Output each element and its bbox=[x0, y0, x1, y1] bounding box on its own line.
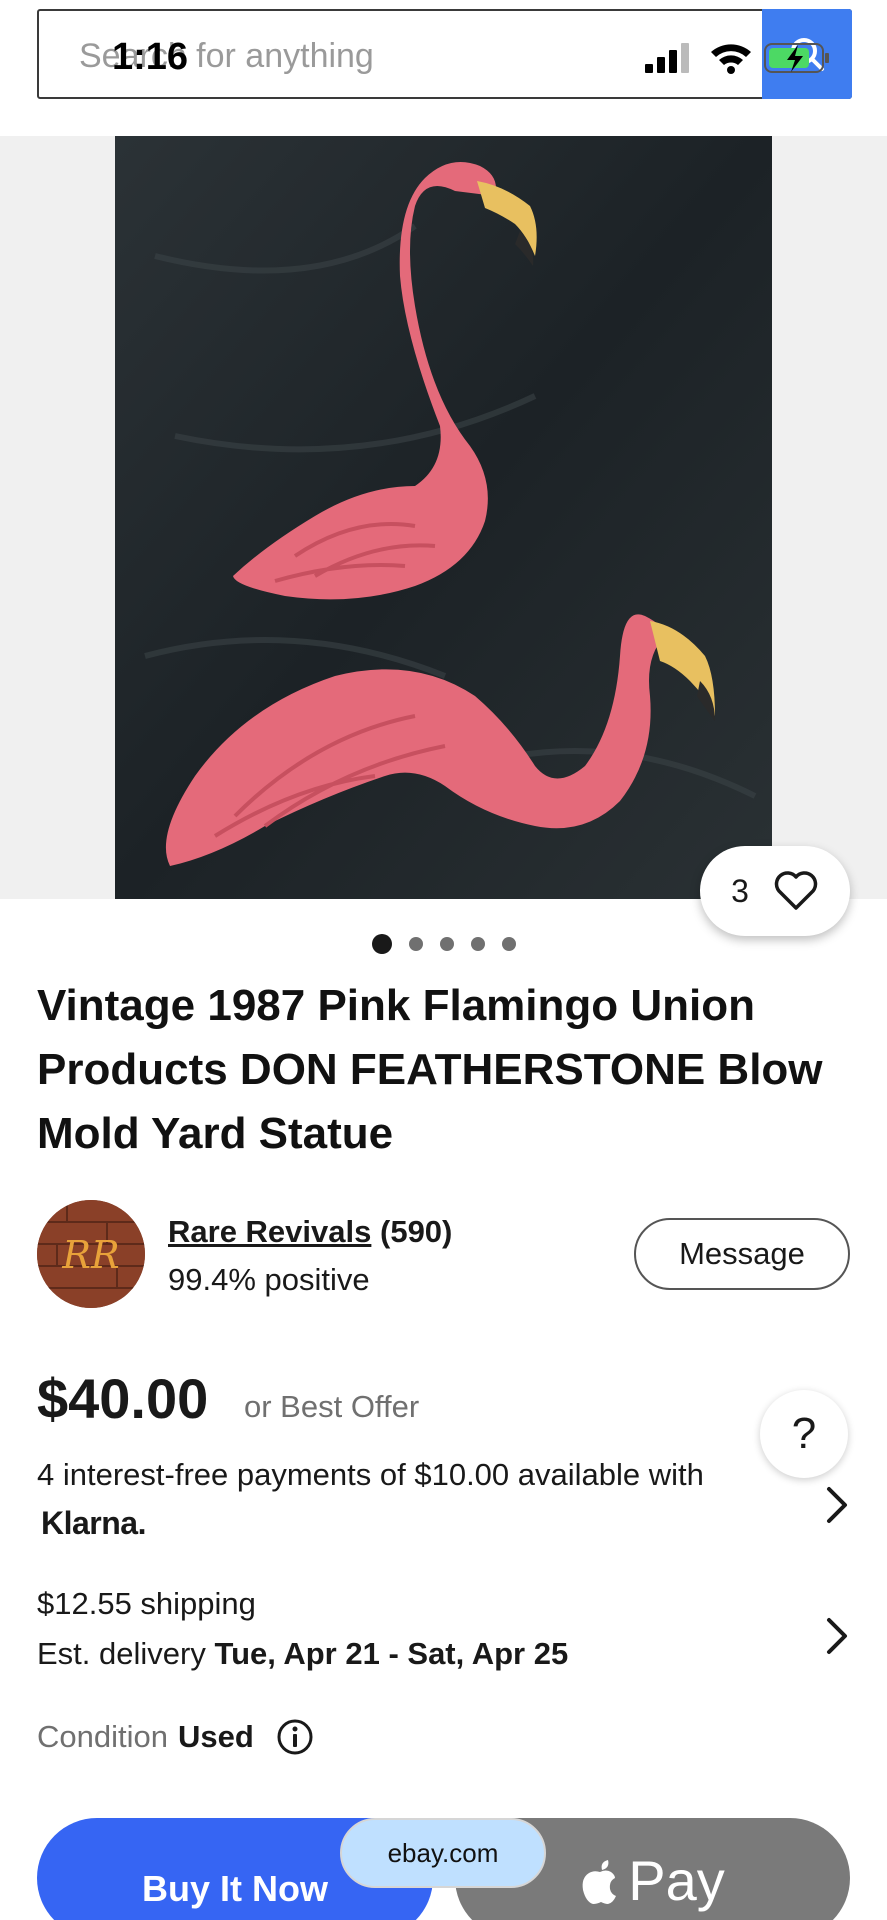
shipping-row[interactable]: $12.55 shipping Est. delivery Tue, Apr 2… bbox=[37, 1586, 857, 1686]
carousel-dot[interactable] bbox=[409, 937, 423, 951]
product-photo[interactable] bbox=[115, 136, 772, 899]
klarna-text: 4 interest-free payments of $10.00 avail… bbox=[37, 1457, 704, 1492]
carousel-dot[interactable] bbox=[372, 934, 392, 954]
carousel-dot[interactable] bbox=[502, 937, 516, 951]
klarna-financing-row[interactable]: 4 interest-free payments of $10.00 avail… bbox=[37, 1457, 857, 1557]
message-button[interactable]: Message bbox=[634, 1218, 850, 1290]
delivery-estimate: Est. delivery Tue, Apr 21 - Sat, Apr 25 bbox=[37, 1636, 568, 1672]
browser-url-pill[interactable]: ebay.com bbox=[340, 1818, 546, 1888]
chevron-right-icon bbox=[827, 1618, 847, 1654]
watch-count: 3 bbox=[731, 872, 749, 909]
svg-text:RR: RR bbox=[61, 1233, 119, 1277]
seller-avatar[interactable]: RR bbox=[37, 1200, 145, 1308]
shipping-cost: $12.55 shipping bbox=[37, 1586, 256, 1621]
seller-score: (590) bbox=[380, 1214, 453, 1249]
condition-value: Used bbox=[177, 1719, 254, 1754]
status-time: 1:16 bbox=[112, 36, 189, 78]
image-carousel-indicator bbox=[372, 934, 516, 954]
apple-logo-icon bbox=[582, 1860, 617, 1904]
watch-button[interactable]: 3 bbox=[700, 846, 850, 936]
seller-logo-icon: RR bbox=[37, 1200, 145, 1308]
seller-name-link[interactable]: Rare Revivals bbox=[168, 1214, 371, 1249]
wifi-icon bbox=[711, 44, 751, 74]
carousel-dot[interactable] bbox=[440, 937, 454, 951]
condition-row: Condition Used bbox=[37, 1718, 314, 1756]
listing-page: Search for anything 1:16 3 Vintage 1987 … bbox=[0, 0, 887, 1920]
battery-charging-icon bbox=[764, 43, 829, 73]
flamingo-illustration bbox=[115, 136, 772, 899]
delivery-range: Tue, Apr 21 - Sat, Apr 25 bbox=[214, 1636, 569, 1671]
apple-pay-label: Pay bbox=[628, 1849, 725, 1912]
listing-title: Vintage 1987 Pink Flamingo Union Product… bbox=[37, 981, 823, 1158]
heart-icon bbox=[774, 871, 818, 910]
product-image-gallery[interactable] bbox=[0, 136, 887, 899]
price: $40.00 bbox=[37, 1367, 209, 1430]
klarna-logo: Klarna. bbox=[41, 1505, 146, 1541]
seller-name-row: Rare Revivals (590) bbox=[168, 1214, 452, 1250]
condition-label: Condition bbox=[37, 1719, 168, 1754]
seller-feedback: 99.4% positive bbox=[168, 1262, 370, 1297]
delivery-prefix: Est. delivery bbox=[37, 1636, 206, 1671]
best-offer-label: or Best Offer bbox=[244, 1389, 420, 1424]
cellular-signal-icon bbox=[645, 43, 689, 73]
chevron-right-icon bbox=[827, 1487, 847, 1523]
info-icon[interactable] bbox=[276, 1718, 314, 1756]
status-icons bbox=[645, 43, 829, 74]
carousel-dot[interactable] bbox=[471, 937, 485, 951]
